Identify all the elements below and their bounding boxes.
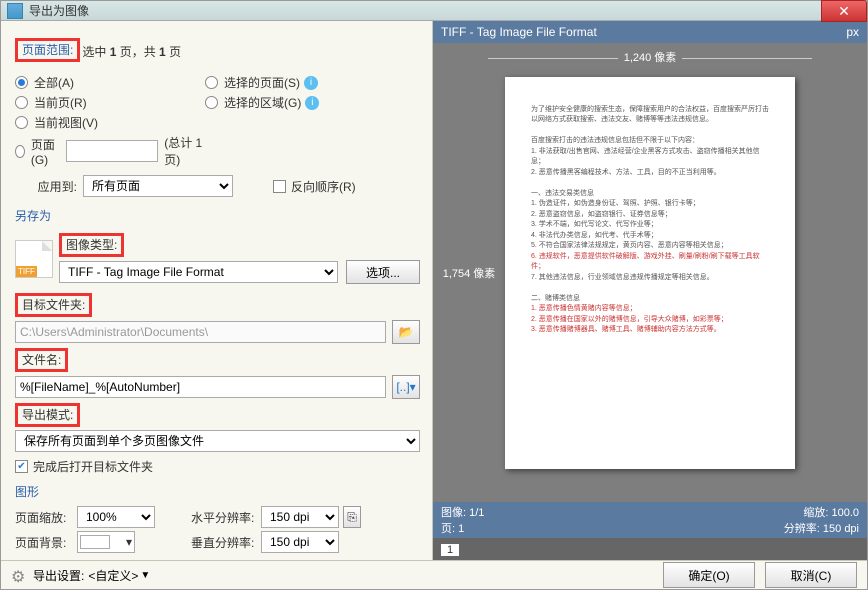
radio-selected-regions[interactable] (205, 96, 218, 109)
export-mode-label: 导出模式: (15, 403, 80, 427)
image-type-select[interactable]: TIFF - Tag Image File Format (59, 261, 338, 283)
pages-input[interactable] (66, 140, 158, 162)
cancel-button[interactable]: 取消(C) (765, 562, 857, 588)
zoom-select[interactable]: 100% (77, 506, 155, 528)
options-button[interactable]: 选项... (346, 260, 420, 284)
browse-folder-button[interactable]: 📂 (392, 320, 420, 344)
ruler-vertical: 1,754 像素 (439, 43, 499, 502)
open-after-checkbox[interactable] (15, 460, 28, 473)
reverse-checkbox[interactable] (273, 180, 286, 193)
preview-pager[interactable]: 1 (433, 538, 867, 560)
page-preview: 为了维护安全健康的搜索生态，保障搜索用户的合法权益，百度搜索严厉打击以网络方式获… (505, 77, 795, 469)
export-settings-label: 导出设置: (33, 567, 84, 584)
gear-icon[interactable]: ⚙ (11, 567, 27, 583)
bg-label: 页面背景: (15, 534, 77, 551)
dialog-footer: ⚙ 导出设置: <自定义> ▼ 确定(O) 取消(C) (1, 560, 867, 589)
folder-input[interactable] (15, 321, 386, 343)
vres-label: 垂直分辨率: (191, 534, 261, 551)
hres-label: 水平分辨率: (191, 509, 261, 526)
close-button[interactable]: ✕ (821, 0, 867, 22)
info-icon[interactable]: i (304, 76, 318, 90)
zoom-label: 页面缩放: (15, 509, 77, 526)
radio-current-view[interactable] (15, 116, 28, 129)
filename-macro-button[interactable]: [..]▾ (392, 375, 420, 399)
ok-button[interactable]: 确定(O) (663, 562, 755, 588)
bg-color-picker[interactable]: ▾ (77, 531, 135, 553)
chevron-down-icon[interactable]: ▼ (140, 570, 150, 581)
save-as-title: 另存为 (15, 207, 420, 224)
preview-status: 图像: 1/1页: 1 缩放: 100.0分辨率: 150 dpi (433, 502, 867, 538)
export-mode-select[interactable]: 保存所有页面到单个多页图像文件 (15, 430, 420, 452)
apply-to-label: 应用到: (15, 178, 77, 195)
export-settings-value[interactable]: <自定义> (88, 567, 138, 584)
page-range-summary: 选中 1 页，共 1 页 (82, 43, 181, 60)
image-type-label: 图像类型: (59, 233, 124, 257)
app-icon (7, 3, 23, 19)
radio-pages[interactable] (15, 145, 25, 158)
left-panel: 页面范围: 选中 1 页，共 1 页 全部(A) 当前页(R) 当前视图(V) … (1, 21, 433, 560)
folder-label: 目标文件夹: (15, 293, 92, 317)
hres-select[interactable]: 150 dpi (261, 506, 339, 528)
filename-input[interactable] (15, 376, 386, 398)
graphics-title: 图形 (15, 483, 420, 500)
filename-label: 文件名: (15, 348, 68, 372)
tiff-thumbnail-icon: TIFF (15, 240, 53, 278)
radio-all[interactable] (15, 76, 28, 89)
preview-canvas[interactable]: 1,240 像素 1,754 像素 为了维护安全健康的搜索生态，保障搜索用户的合… (433, 43, 867, 502)
info-icon[interactable]: i (305, 96, 319, 110)
radio-current[interactable] (15, 96, 28, 109)
titlebar[interactable]: 导出为图像 ✕ (1, 1, 867, 21)
window-title: 导出为图像 (29, 2, 89, 19)
export-image-dialog: 导出为图像 ✕ 页面范围: 选中 1 页，共 1 页 全部(A) 当前页(R) … (0, 0, 868, 590)
radio-selected-pages[interactable] (205, 76, 218, 89)
preview-header: TIFF - Tag Image File Formatpx (433, 21, 867, 43)
page-range-title: 页面范围: (15, 38, 80, 62)
vres-select[interactable]: 150 dpi (261, 531, 339, 553)
preview-panel: TIFF - Tag Image File Formatpx 1,240 像素 … (433, 21, 867, 560)
apply-to-select[interactable]: 所有页面 (83, 175, 233, 197)
res-link-icon[interactable]: ⎘ (343, 506, 361, 528)
